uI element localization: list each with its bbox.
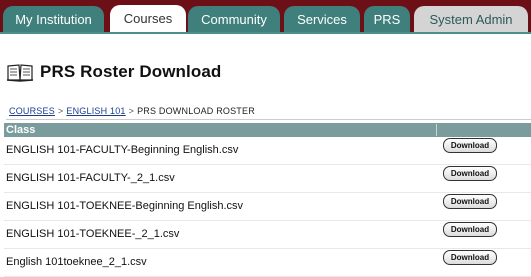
download-button[interactable]: Download <box>443 222 497 237</box>
roster-file-name: ENGLISH 101-TOEKNEE-Beginning English.cs… <box>6 200 244 212</box>
table-row: ENGLISH 101-FACULTY-_2_1.csv Download <box>4 165 531 193</box>
table-row: ENGLISH 101-TOEKNEE-Beginning English.cs… <box>4 193 531 221</box>
column-divider <box>436 124 437 136</box>
tab-prs[interactable]: PRS <box>364 6 410 32</box>
tab-courses[interactable]: Courses <box>110 5 186 34</box>
book-icon <box>6 64 34 82</box>
roster-file-name: English 101toeknee_2_1.csv <box>6 256 147 268</box>
roster-file-name: ENGLISH 101-FACULTY-Beginning English.cs… <box>6 144 239 156</box>
download-button[interactable]: Download <box>443 138 497 153</box>
column-header-class: Class <box>6 124 36 136</box>
page-header: PRS Roster Download <box>6 60 221 84</box>
breadcrumb-current: PRS DOWNLOAD ROSTER <box>137 106 255 116</box>
download-button[interactable]: Download <box>443 250 497 265</box>
tab-community[interactable]: Community <box>188 6 280 32</box>
table-row: ENGLISH 101-FACULTY-Beginning English.cs… <box>4 137 531 165</box>
table-row: English 101toeknee_2_1.csv Download <box>4 249 531 277</box>
tab-bar: My Institution Courses Community Service… <box>0 0 531 34</box>
table-header: Class <box>4 123 531 137</box>
download-button[interactable]: Download <box>443 166 497 181</box>
tab-system-admin[interactable]: System Admin <box>414 6 528 32</box>
breadcrumb-link-courses[interactable]: COURSES <box>9 106 55 116</box>
download-button[interactable]: Download <box>443 194 497 209</box>
roster-file-name: ENGLISH 101-TOEKNEE-_2_1.csv <box>6 228 180 240</box>
roster-file-name: ENGLISH 101-FACULTY-_2_1.csv <box>6 172 175 184</box>
table-row: ENGLISH 101-TOEKNEE-_2_1.csv Download <box>4 221 531 249</box>
tab-services[interactable]: Services <box>284 6 360 32</box>
breadcrumb: COURSES > ENGLISH 101 > PRS DOWNLOAD ROSTER <box>9 106 255 116</box>
breadcrumb-separator: > <box>57 106 64 116</box>
breadcrumb-link-english-101[interactable]: ENGLISH 101 <box>66 106 125 116</box>
page-title: PRS Roster Download <box>40 62 222 81</box>
breadcrumb-separator: > <box>128 106 135 116</box>
divider <box>6 119 531 120</box>
tab-my-institution[interactable]: My Institution <box>3 6 104 32</box>
